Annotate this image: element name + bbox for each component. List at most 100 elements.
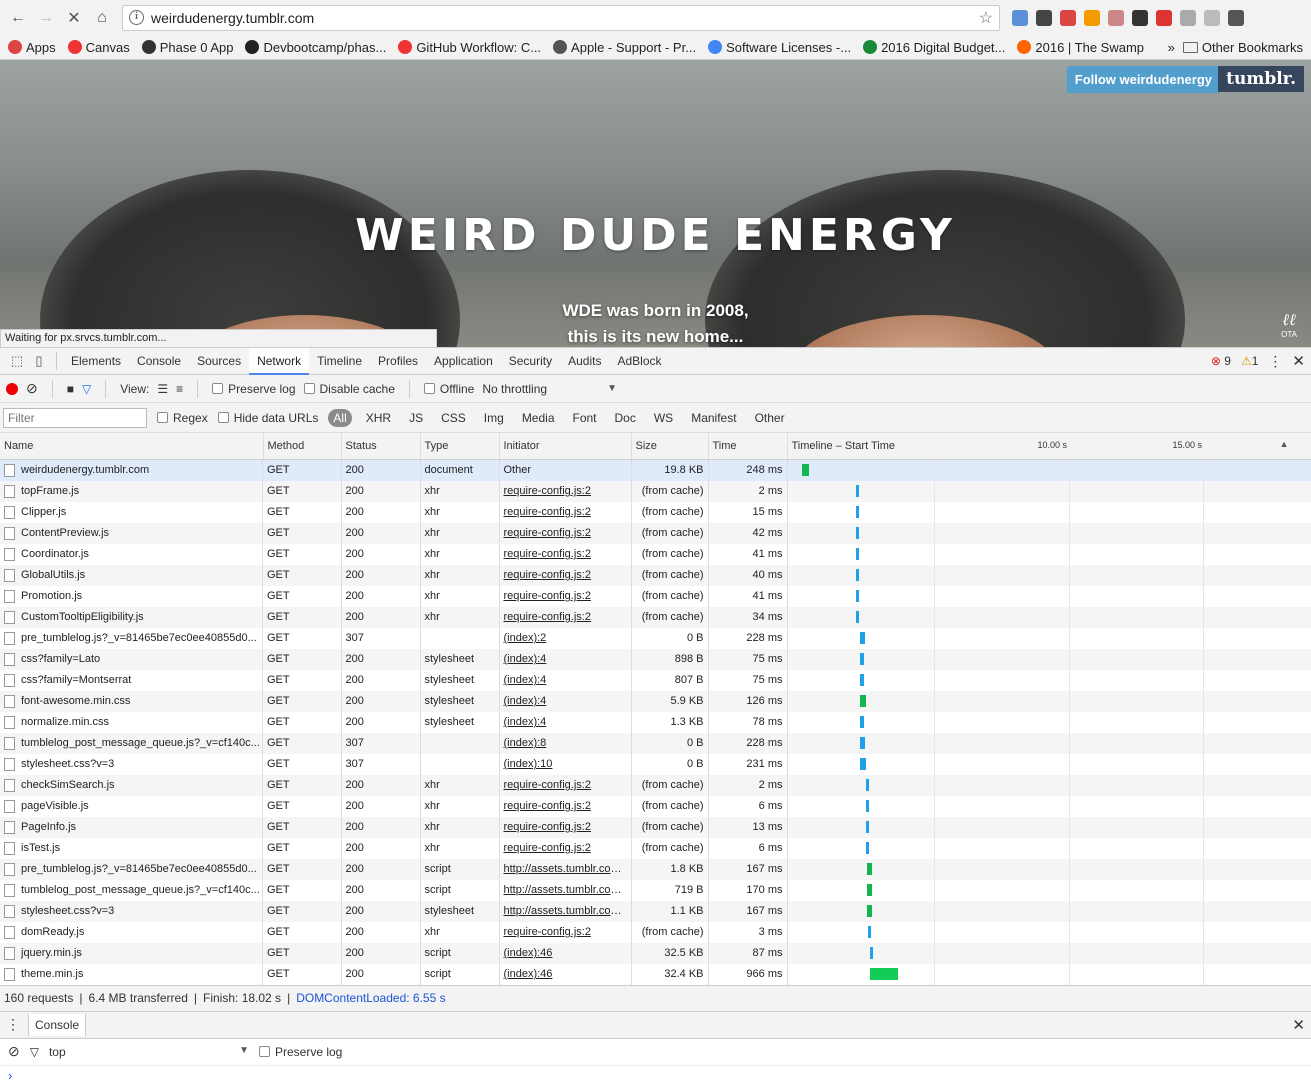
info-icon[interactable]: i <box>129 10 144 25</box>
hide-data-urls-checkbox[interactable]: Hide data URLs <box>217 411 318 425</box>
request-row[interactable]: checkSimSearch.js GET 200 xhr require-config… <box>0 774 1311 796</box>
request-initiator[interactable]: require-config.js:2 <box>499 543 632 565</box>
preserve-log-checkbox[interactable]: Preserve log <box>212 382 296 396</box>
request-name-cell[interactable]: domReady.js <box>0 921 263 943</box>
bookmark-item[interactable]: Canvas <box>67 40 130 55</box>
filter-icon[interactable]: ▽ <box>82 382 91 396</box>
back-button[interactable]: ← <box>6 6 30 30</box>
request-row[interactable]: normalize.min.css GET 200 stylesheet (index)… <box>0 711 1311 733</box>
tab-audits[interactable]: Audits <box>560 348 609 375</box>
devtools-close-icon[interactable]: ✕ <box>1292 352 1305 370</box>
request-name-cell[interactable]: stylesheet.css?v=3 <box>0 753 263 775</box>
forward-button[interactable]: → <box>34 6 58 30</box>
tumblr-logo[interactable]: tumblr. <box>1218 66 1304 92</box>
more-bookmarks-button[interactable]: » <box>1168 40 1175 55</box>
request-initiator[interactable]: (index):4 <box>499 669 632 691</box>
request-row[interactable]: stylesheet.css?v=3 GET 200 stylesheet http:/… <box>0 900 1311 922</box>
extension-icon[interactable] <box>1034 8 1054 28</box>
request-initiator[interactable]: require-config.js:2 <box>499 816 632 838</box>
request-row[interactable]: font-awesome.min.css GET 200 stylesheet (ind… <box>0 690 1311 712</box>
request-row[interactable]: tumblelog_post_message_queue.js?_v=cf140… <box>0 879 1311 901</box>
column-header[interactable]: Initiator <box>499 433 632 460</box>
tab-profiles[interactable]: Profiles <box>370 348 426 375</box>
tab-timeline[interactable]: Timeline <box>309 348 370 375</box>
request-row[interactable]: jquery.min.js GET 200 script (index):46 32.5 … <box>0 942 1311 964</box>
request-name-cell[interactable]: css?family=Montserrat <box>0 669 263 691</box>
bookmark-item[interactable]: Devbootcamp/phas... <box>245 40 386 55</box>
type-filter-xhr[interactable]: XHR <box>362 409 395 427</box>
request-initiator[interactable]: require-config.js:2 <box>499 585 632 607</box>
request-name-cell[interactable]: PageInfo.js <box>0 816 263 838</box>
request-row[interactable]: Promotion.js GET 200 xhr require-config.js:2… <box>0 585 1311 607</box>
address-bar[interactable]: i weirdudenergy.tumblr.com ☆ <box>122 4 1000 31</box>
bookmark-item[interactable]: 2016 Digital Budget... <box>863 40 1005 55</box>
tab-security[interactable]: Security <box>501 348 560 375</box>
type-filter-ws[interactable]: WS <box>650 409 677 427</box>
bookmark-item[interactable]: Software Licenses -... <box>708 40 851 55</box>
bookmark-item[interactable]: Apple - Support - Pr... <box>553 40 696 55</box>
request-initiator[interactable]: (index):46 <box>499 942 632 964</box>
home-icon[interactable]: ⌂ <box>90 6 114 30</box>
capture-screenshots-icon[interactable]: ■ <box>67 382 74 396</box>
request-initiator[interactable]: (index):4 <box>499 648 632 670</box>
request-name-cell[interactable]: css?family=Lato <box>0 648 263 670</box>
inspect-element-icon[interactable]: ⬚ <box>6 350 28 372</box>
request-name-cell[interactable]: GlobalUtils.js <box>0 564 263 586</box>
bookmark-star-icon[interactable]: ☆ <box>979 8 993 28</box>
other-bookmarks-folder[interactable]: Other Bookmarks <box>1182 40 1303 55</box>
type-filter-media[interactable]: Media <box>518 409 559 427</box>
drawer-tab-console[interactable]: Console <box>28 1013 87 1036</box>
request-name-cell[interactable]: Coordinator.js <box>0 543 263 565</box>
type-filter-doc[interactable]: Doc <box>611 409 640 427</box>
console-preserve-log-checkbox[interactable]: Preserve log <box>258 1045 342 1059</box>
request-name-cell[interactable]: normalize.min.css <box>0 711 263 733</box>
request-row[interactable]: tumblelog_post_message_queue.js?_v=cf140… <box>0 732 1311 754</box>
request-initiator[interactable]: require-config.js:2 <box>499 606 632 628</box>
bookmark-item[interactable]: 2016 | The Swamp <box>1017 40 1144 55</box>
device-mode-icon[interactable]: ▯ <box>28 350 50 372</box>
request-name-cell[interactable]: topFrame.js <box>0 480 263 502</box>
request-row[interactable]: css?family=Lato GET 200 stylesheet (index):4… <box>0 648 1311 670</box>
bookmark-item[interactable]: Phase 0 App <box>141 40 233 55</box>
type-filter-font[interactable]: Font <box>569 409 601 427</box>
bookmark-item[interactable]: Apps <box>8 40 56 55</box>
console-prompt[interactable]: › <box>0 1066 1311 1085</box>
extension-icon[interactable] <box>1178 8 1198 28</box>
request-name-cell[interactable]: tumblelog_post_message_queue.js?_v=cf140… <box>0 879 263 901</box>
request-name-cell[interactable]: ContentPreview.js <box>0 522 263 544</box>
request-initiator[interactable]: require-config.js:2 <box>499 522 632 544</box>
tab-adblock[interactable]: AdBlock <box>609 348 669 375</box>
request-row[interactable]: ContentPreview.js GET 200 xhr require-config… <box>0 522 1311 544</box>
extension-icon[interactable] <box>1226 8 1246 28</box>
large-rows-icon[interactable]: ☰ <box>157 382 168 396</box>
offline-checkbox[interactable]: Offline <box>423 382 474 396</box>
request-name-cell[interactable]: pre_tumblelog.js?_v=81465be7ec0ee40855d0… <box>0 858 263 880</box>
extension-icon[interactable] <box>1058 8 1078 28</box>
request-name-cell[interactable]: weirdudenergy.tumblr.com <box>0 459 263 481</box>
console-filter-icon[interactable]: ▽ <box>30 1045 39 1059</box>
extension-icon[interactable] <box>1154 8 1174 28</box>
column-header[interactable]: Status <box>341 433 421 460</box>
record-button[interactable] <box>6 382 18 395</box>
checkbox-box[interactable] <box>258 1046 270 1057</box>
request-name-cell[interactable]: font-awesome.min.css <box>0 690 263 712</box>
column-header[interactable]: Method <box>263 433 342 460</box>
checkbox-box[interactable] <box>423 383 435 394</box>
type-filter-manifest[interactable]: Manifest <box>687 409 740 427</box>
request-name-cell[interactable]: Clipper.js <box>0 501 263 523</box>
request-initiator[interactable]: (index):2 <box>499 627 632 649</box>
request-initiator[interactable]: http://assets.tumblr.com... <box>499 879 632 901</box>
stop-button[interactable]: ✕ <box>62 6 86 30</box>
column-header[interactable]: Time <box>708 433 788 460</box>
request-initiator[interactable]: http://assets.tumblr.com... <box>499 858 632 880</box>
checkbox-box[interactable] <box>303 383 315 394</box>
throttling-select[interactable]: No throttling ▼ <box>482 382 617 396</box>
error-count[interactable]: ⊗ 9 <box>1211 354 1231 368</box>
column-header[interactable]: Size <box>631 433 709 460</box>
request-row[interactable]: weirdudenergy.tumblr.com GET 200 document Ot… <box>0 459 1311 481</box>
type-filter-js[interactable]: JS <box>405 409 427 427</box>
request-name-cell[interactable]: Promotion.js <box>0 585 263 607</box>
request-row[interactable]: CustomTooltipEligibility.js GET 200 xhr requ… <box>0 606 1311 628</box>
type-filter-all[interactable]: All <box>328 408 352 427</box>
request-name-cell[interactable]: checkSimSearch.js <box>0 774 263 796</box>
